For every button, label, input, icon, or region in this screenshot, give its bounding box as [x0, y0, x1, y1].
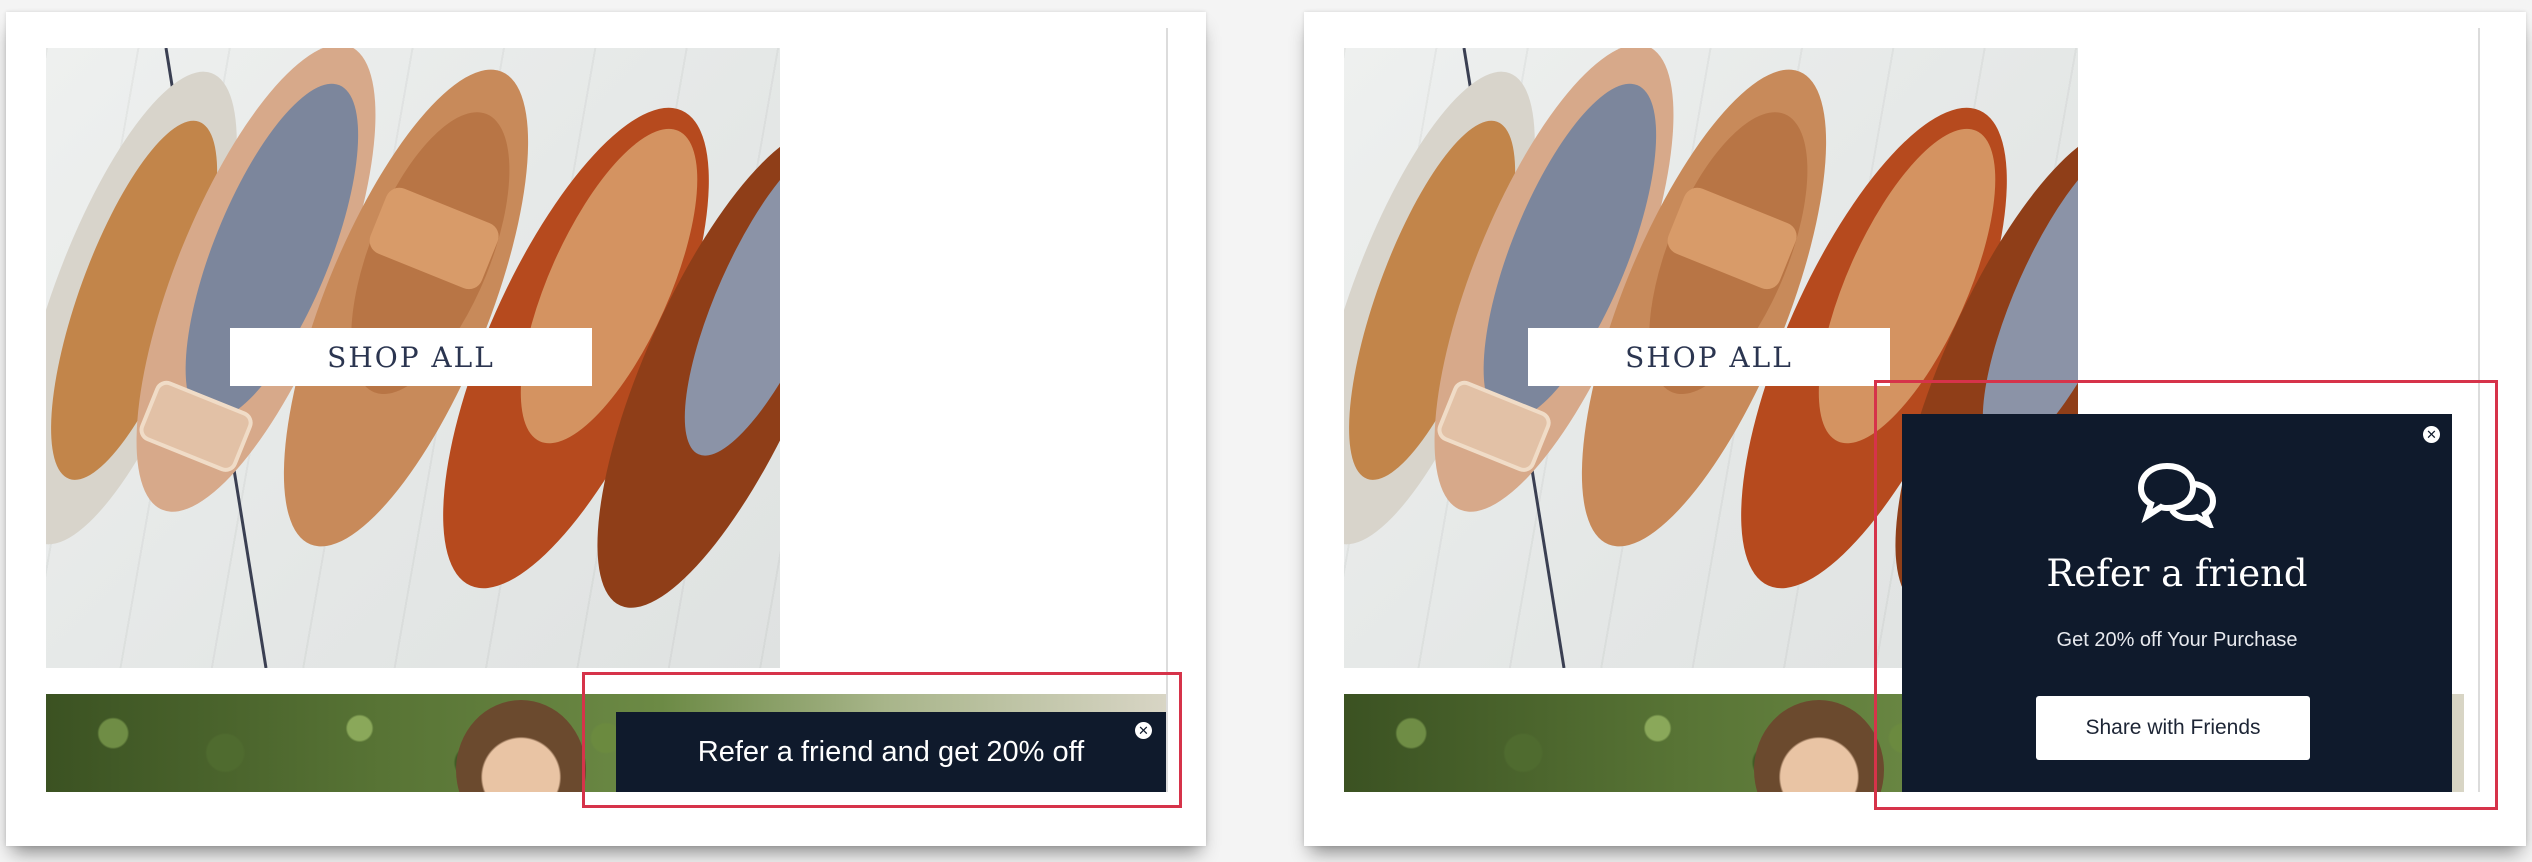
shop-all-button[interactable]: SHOP ALL — [1528, 328, 1890, 386]
close-icon[interactable]: ✕ — [1135, 722, 1152, 739]
banner-text: Refer a friend and get 20% off — [697, 735, 1085, 768]
model-face-image — [1754, 700, 1884, 792]
refer-friend-popup: ✕ Refer a friend Get 20% off Your Purcha… — [1902, 414, 2452, 792]
close-icon[interactable]: ✕ — [2423, 426, 2440, 443]
chat-bubbles-icon — [2137, 462, 2217, 528]
model-face-image — [456, 700, 586, 792]
share-with-friends-button[interactable]: Share with Friends — [2036, 696, 2310, 760]
shop-all-button[interactable]: SHOP ALL — [230, 328, 592, 386]
screenshot-card-left: SHOP ALL Refer a friend and get 20% off … — [6, 12, 1206, 846]
popup-subtitle: Get 20% off Your Purchase — [2056, 629, 2298, 651]
page-frame-right: SHOP ALL ✕ Refer a friend Get 20% off Yo… — [1328, 28, 2480, 792]
shoes-hero-image: SHOP ALL — [46, 48, 780, 668]
page-frame-left: SHOP ALL Refer a friend and get 20% off … — [30, 28, 1168, 792]
popup-title: Refer a friend — [2046, 552, 2308, 595]
refer-friend-banner[interactable]: Refer a friend and get 20% off ✕ — [616, 712, 1166, 792]
screenshot-card-right: SHOP ALL ✕ Refer a friend Get 20% off Yo… — [1304, 12, 2526, 846]
